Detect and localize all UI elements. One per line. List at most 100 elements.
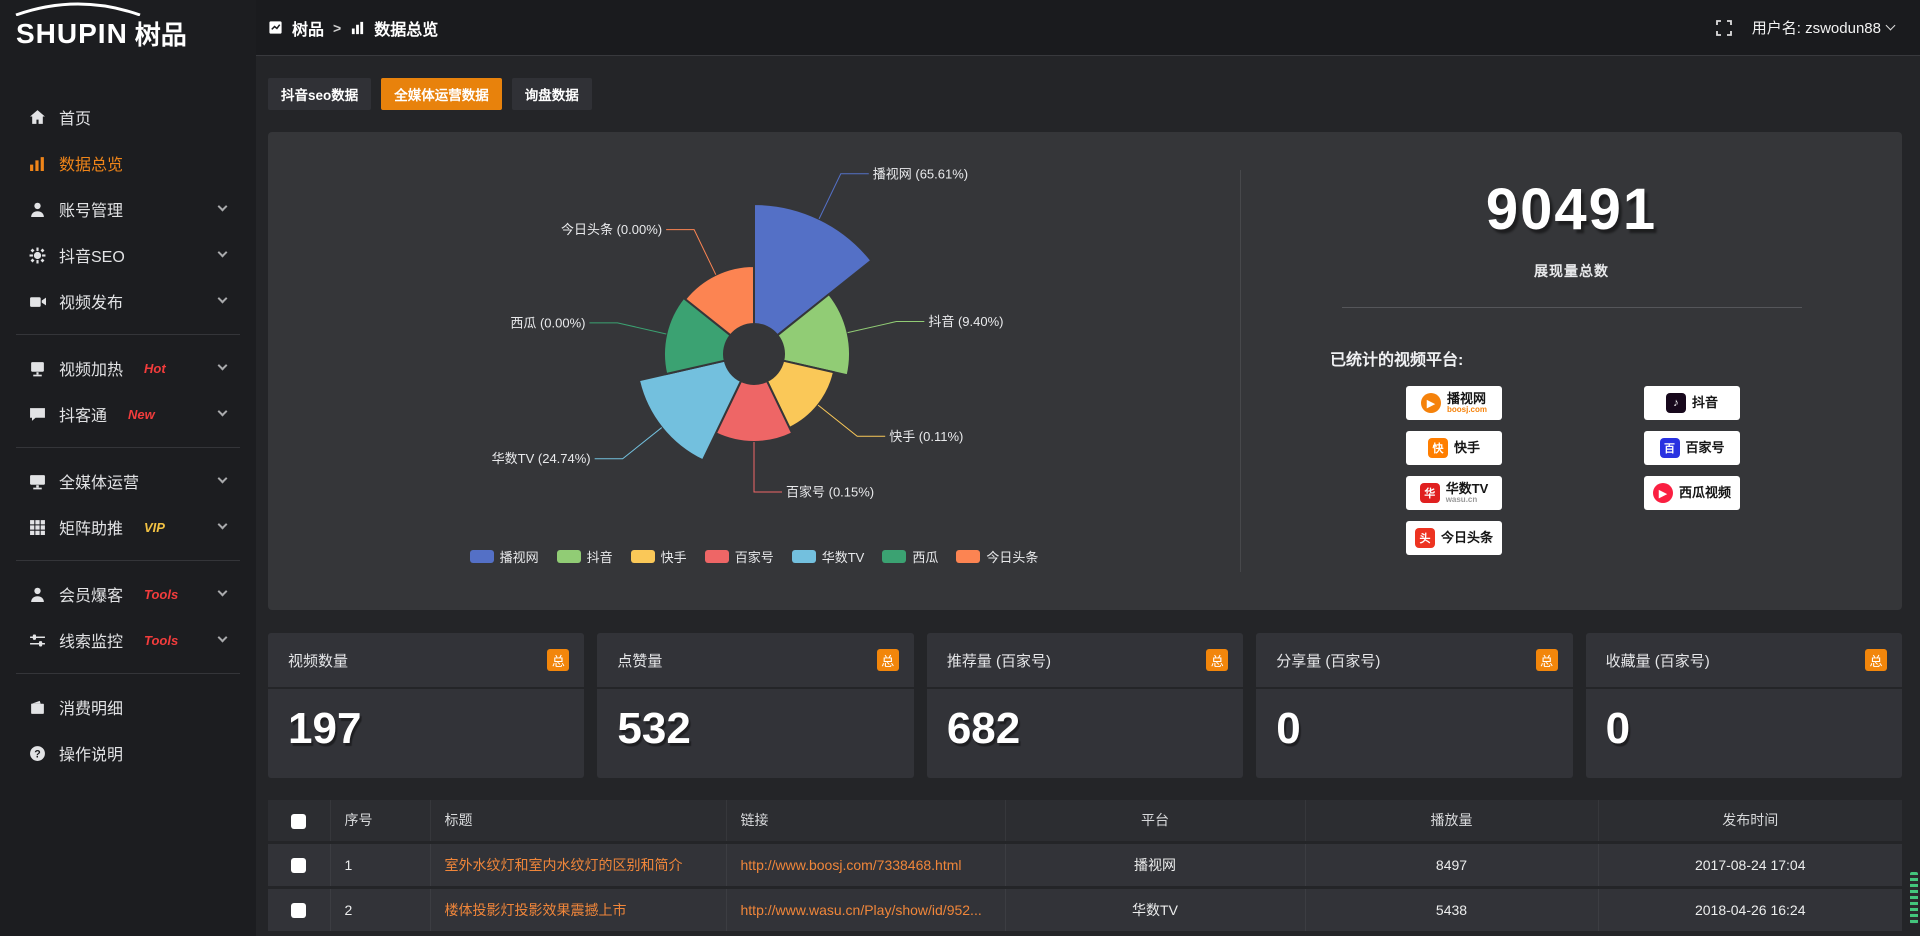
row-checkbox[interactable] [291, 903, 306, 918]
legend-item-4[interactable]: 华数TV [792, 547, 865, 566]
row-title-cell: 楼体投影灯投影效果震撼上市 [430, 887, 726, 932]
sidebar-item-media-ops[interactable]: 全媒体运营 [0, 458, 256, 504]
breadcrumb-current[interactable]: 数据总览 [374, 16, 438, 40]
legend-item-2[interactable]: 快手 [631, 547, 687, 566]
sidebar-item-data-overview[interactable]: 数据总览 [0, 140, 256, 186]
tab-douyin-seo-data[interactable]: 抖音seo数据 [268, 78, 371, 110]
baijiahao-logo-icon: 百 [1660, 438, 1680, 458]
video-url-link[interactable]: http://www.boosj.com/7338468.html [741, 857, 962, 873]
select-all-checkbox[interactable] [291, 814, 306, 829]
videos-table: 序号标题链接平台播放量发布时间 1室外水纹灯和室内水纹灯的区别和简介http:/… [268, 800, 1902, 936]
row-link-cell: http://www.wasu.cn/Play/show/id/952... [726, 887, 1005, 932]
table-header-row: 序号标题链接平台播放量发布时间 [268, 800, 1902, 842]
pie-label-6: 今日头条 (0.00%) [561, 222, 662, 237]
legend-item-5[interactable]: 西瓜 [882, 547, 938, 566]
tab-media-ops-data[interactable]: 全媒体运营数据 [381, 78, 502, 110]
sidebar-item-help[interactable]: ?操作说明 [0, 730, 256, 776]
logo-text-en: SHUPIN [16, 20, 128, 48]
column-header: 发布时间 [1598, 800, 1902, 842]
sidebar-item-expense-detail[interactable]: 消费明细 [0, 684, 256, 730]
pie-label-2: 快手 (0.11%) [889, 429, 963, 444]
stat-card-4: 收藏量 (百家号)总0 [1586, 633, 1902, 778]
platform-badge-xigua: ▶西瓜视频 [1644, 476, 1740, 510]
pie-label-3: 百家号 (0.15%) [786, 485, 874, 500]
fullscreen-icon[interactable] [1716, 20, 1732, 36]
label-line-4 [595, 428, 662, 459]
sidebar-item-douyin-seo[interactable]: 抖音SEO [0, 232, 256, 278]
bar-chart-icon [350, 20, 365, 35]
legend-item-6[interactable]: 今日头条 [956, 547, 1038, 566]
overview-panel: 播视网 (65.61%)抖音 (9.40%)快手 (0.11%)百家号 (0.1… [268, 132, 1902, 610]
pie-label-0: 播视网 (65.61%) [873, 166, 968, 181]
pie-label-4: 华数TV (24.74%) [492, 451, 591, 466]
chat-icon [28, 405, 46, 423]
sidebar-item-label: 视频加热 [59, 356, 123, 380]
sidebar-item-label: 抖客通 [59, 402, 107, 426]
stat-card-2: 推荐量 (百家号)总682 [927, 633, 1243, 778]
platform-name: 快手 [1454, 441, 1480, 455]
gear-icon [28, 246, 46, 264]
stat-card-label: 推荐量 (百家号) [947, 650, 1051, 671]
row-checkbox[interactable] [291, 858, 306, 873]
select-all-header [268, 800, 330, 842]
video-icon [28, 292, 46, 310]
douyin-logo-icon: ♪ [1666, 393, 1686, 413]
platform-name: 西瓜视频 [1679, 486, 1731, 500]
breadcrumb-root[interactable]: 树品 [292, 16, 324, 40]
legend-swatch [557, 550, 581, 563]
legend-item-3[interactable]: 百家号 [705, 547, 774, 566]
legend-label: 快手 [661, 547, 687, 566]
user-menu[interactable]: 用户名: zswodun88 [1752, 17, 1894, 38]
chevron-down-icon [218, 202, 228, 212]
platform-grid: ▶播视网boosj.com快快手华华数TVwasu.cn头今日头条♪抖音百百家号… [1406, 386, 1902, 555]
platform-badge-boosj: ▶播视网boosj.com [1406, 386, 1502, 420]
sidebar-item-label: 数据总览 [59, 151, 123, 175]
video-title-link[interactable]: 楼体投影灯投影效果震撼上市 [445, 902, 627, 918]
table-row: 2楼体投影灯投影效果震撼上市http://www.wasu.cn/Play/sh… [268, 887, 1902, 932]
total-badge: 总 [1536, 649, 1558, 671]
sidebar-item-video-publish[interactable]: 视频发布 [0, 278, 256, 324]
sidebar-item-home[interactable]: 首页 [0, 94, 256, 140]
sidebar-item-douketong[interactable]: 抖客通New [0, 391, 256, 437]
legend-item-0[interactable]: 播视网 [470, 547, 539, 566]
column-header: 序号 [330, 800, 430, 842]
member-icon [28, 585, 46, 603]
breadcrumb: 树品 > 数据总览 [268, 16, 438, 40]
legend-swatch [705, 550, 729, 563]
sidebar-item-account[interactable]: 账号管理 [0, 186, 256, 232]
platform-badge-baijiahao: 百百家号 [1644, 431, 1740, 465]
chevron-down-icon [218, 248, 228, 258]
sidebar-item-label: 会员爆客 [59, 582, 123, 606]
legend-label: 播视网 [500, 547, 539, 566]
sidebar-item-video-heat[interactable]: 视频加热Hot [0, 345, 256, 391]
sliders-icon [28, 631, 46, 649]
chevron-down-icon [218, 633, 228, 643]
legend-swatch [470, 550, 494, 563]
row-plays-cell: 5438 [1305, 887, 1598, 932]
platform-badge-wasu: 华华数TVwasu.cn [1406, 476, 1502, 510]
column-header: 标题 [430, 800, 726, 842]
summary-section: 90491 展现量总数 已统计的视频平台: ▶播视网boosj.com快快手华华… [1241, 132, 1902, 610]
tab-inquiry-data[interactable]: 询盘数据 [512, 78, 592, 110]
row-platform-cell: 华数TV [1005, 887, 1305, 932]
sidebar-item-member-baoke[interactable]: 会员爆客Tools [0, 571, 256, 617]
row-select-cell [268, 887, 330, 932]
legend-item-1[interactable]: 抖音 [557, 547, 613, 566]
label-line-2 [818, 405, 885, 436]
stat-card-value: 682 [927, 689, 1243, 754]
sidebar-divider [16, 447, 240, 448]
pie-slice-4[interactable] [639, 361, 741, 461]
sidebar-item-clue-monitor[interactable]: 线索监控Tools [0, 617, 256, 663]
legend-label: 抖音 [587, 547, 613, 566]
sidebar-item-matrix-boost[interactable]: 矩阵助推VIP [0, 504, 256, 550]
toutiao-logo-icon: 头 [1415, 528, 1435, 548]
video-title-link[interactable]: 室外水纹灯和室内水纹灯的区别和简介 [445, 857, 683, 873]
video-url-link[interactable]: http://www.wasu.cn/Play/show/id/952... [741, 902, 982, 918]
content: 抖音seo数据全媒体运营数据询盘数据 播视网 (65.61%)抖音 (9.40%… [256, 56, 1920, 936]
topbar: 树品 > 数据总览 用户名: zswodun88 [256, 0, 1920, 56]
chevron-down-icon [1886, 21, 1896, 31]
scrollbar-thumb[interactable] [1910, 872, 1918, 924]
stat-card-label: 点赞量 [617, 650, 662, 671]
wallet-icon [28, 698, 46, 716]
platform-name: 百家号 [1686, 441, 1725, 455]
